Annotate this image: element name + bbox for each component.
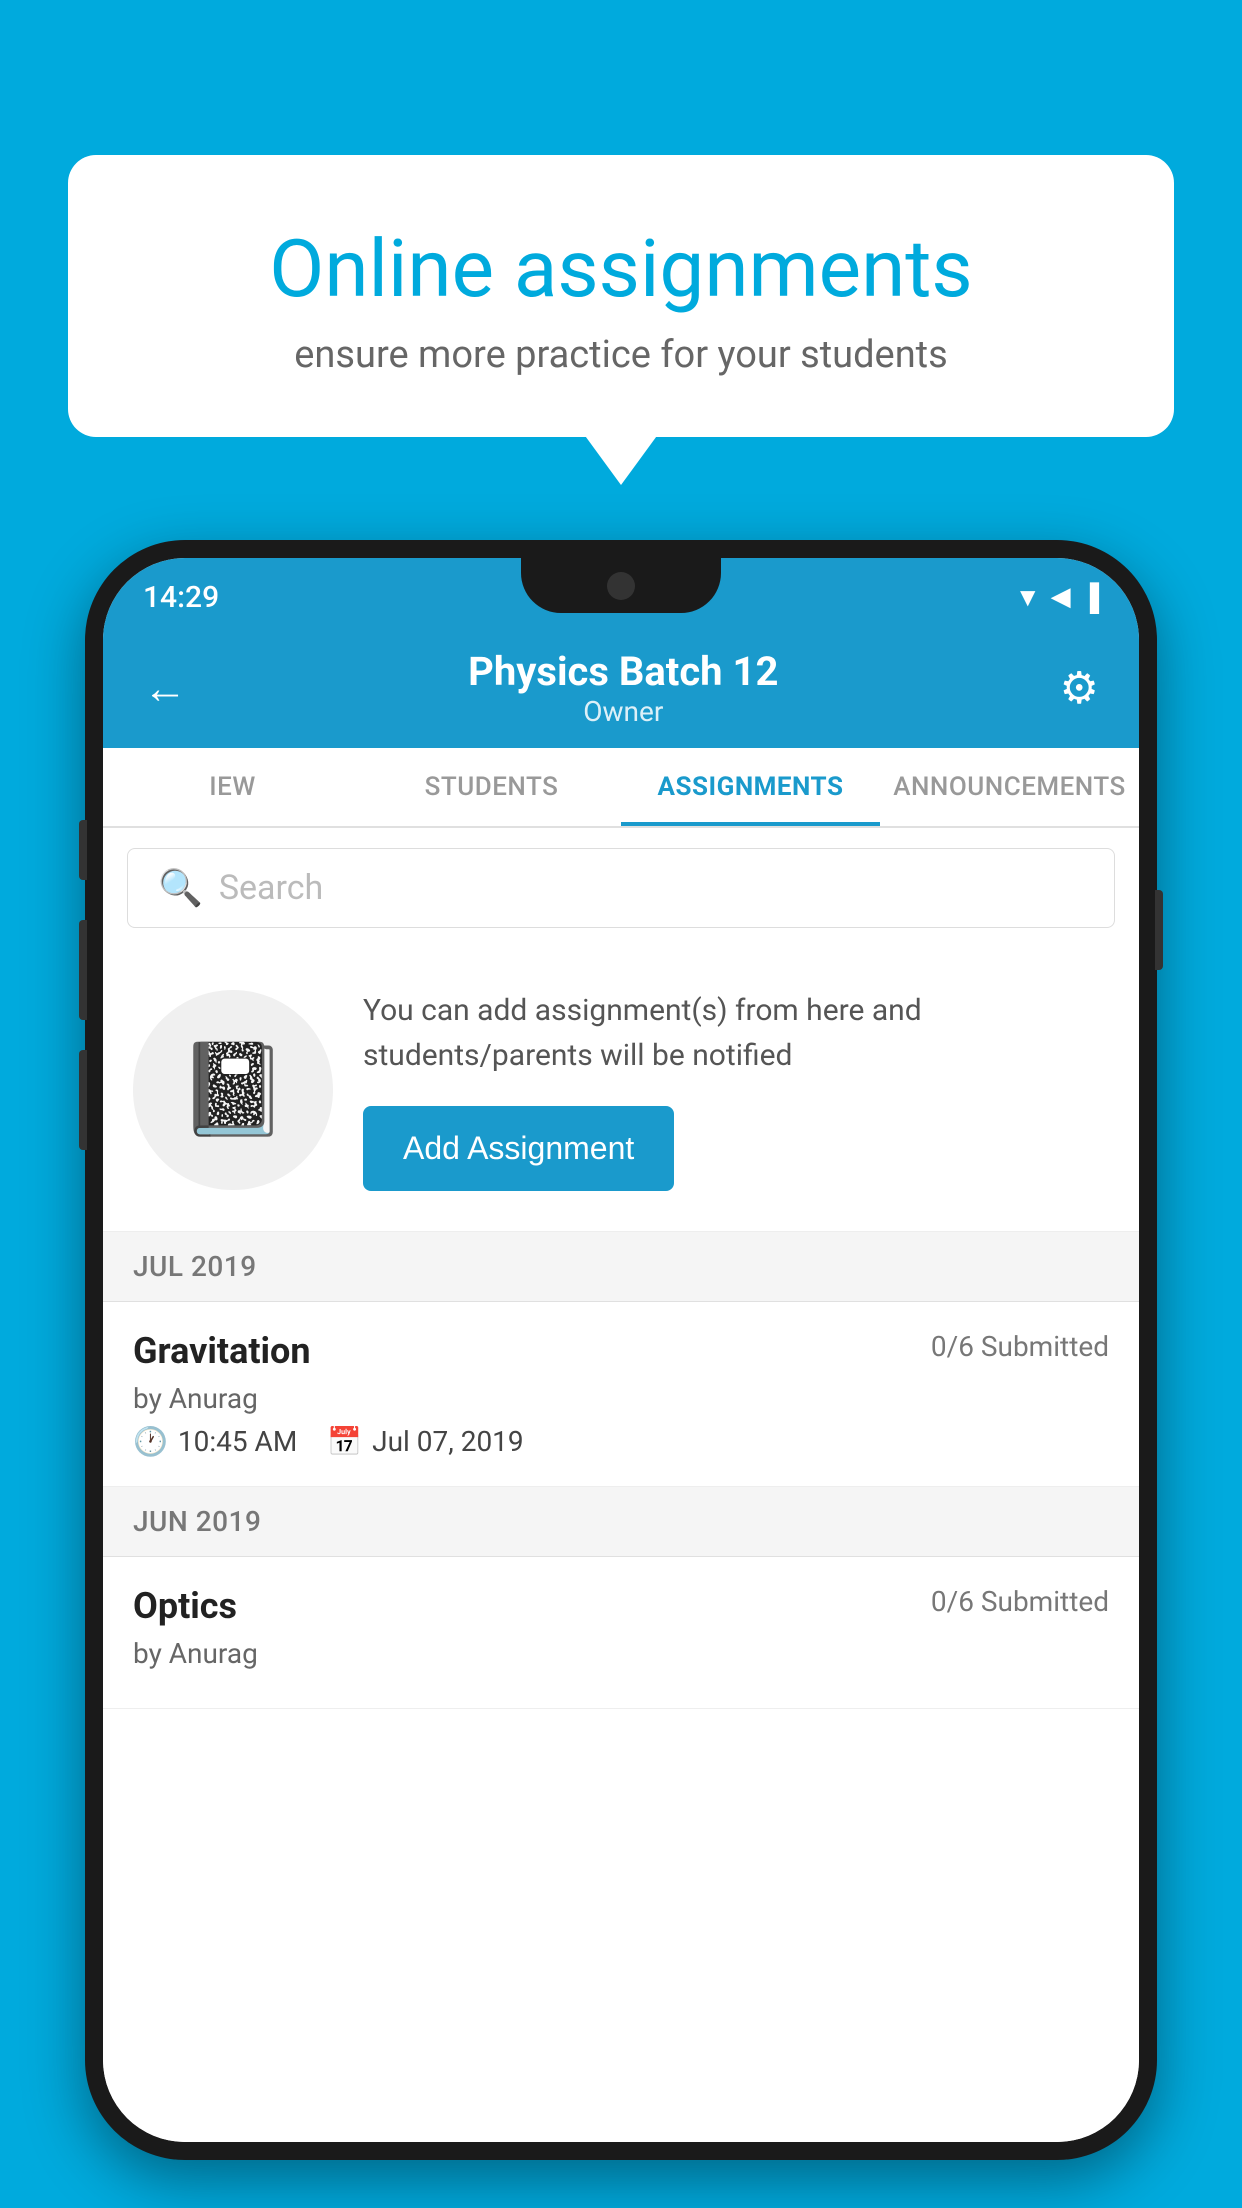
promo-content: You can add assignment(s) from here and …: [363, 988, 1109, 1191]
phone-btn-right: [1155, 890, 1163, 970]
section-header-jul: JUL 2019: [103, 1232, 1139, 1302]
assignment-name-optics: Optics: [133, 1585, 237, 1627]
promo-section: 📓 You can add assignment(s) from here an…: [103, 948, 1139, 1232]
tabs-container: IEW STUDENTS ASSIGNMENTS ANNOUNCEMENTS: [103, 748, 1139, 828]
settings-icon[interactable]: ⚙: [1060, 662, 1099, 714]
search-icon: 🔍: [158, 867, 203, 909]
tab-students[interactable]: STUDENTS: [362, 748, 621, 826]
speech-bubble-subtitle: ensure more practice for your students: [148, 333, 1094, 377]
assignment-submitted-optics: 0/6 Submitted: [931, 1585, 1109, 1618]
notebook-icon: 📓: [177, 1037, 289, 1142]
phone-btn-left1: [79, 820, 87, 880]
status-icons: ▼ ◀ ▐: [1015, 582, 1099, 613]
assignment-date-gravitation: 📅 Jul 07, 2019: [327, 1425, 523, 1458]
search-bar[interactable]: 🔍 Search: [127, 848, 1115, 928]
phone-camera: [607, 572, 635, 600]
clock-icon: 🕐: [133, 1425, 168, 1458]
phone-content: 🔍 Search 📓 You can add assignment(s) fro…: [103, 828, 1139, 2142]
battery-icon: ▐: [1081, 582, 1099, 613]
phone-outer: 14:29 ▼ ◀ ▐ ← Physics Batch 12 Owner ⚙: [85, 540, 1157, 2160]
assignment-submitted-gravitation: 0/6 Submitted: [931, 1330, 1109, 1363]
promo-text: You can add assignment(s) from here and …: [363, 988, 1109, 1078]
speech-bubble: Online assignments ensure more practice …: [68, 155, 1174, 437]
assignment-item-gravitation[interactable]: Gravitation 0/6 Submitted by Anurag 🕐 10…: [103, 1302, 1139, 1487]
assignment-details-gravitation: 🕐 10:45 AM 📅 Jul 07, 2019: [133, 1425, 1109, 1458]
phone-btn-left2: [79, 920, 87, 1020]
phone-btn-left3: [79, 1050, 87, 1150]
assignment-name-gravitation: Gravitation: [133, 1330, 311, 1372]
phone-mockup: 14:29 ▼ ◀ ▐ ← Physics Batch 12 Owner ⚙: [85, 540, 1157, 2160]
promo-icon-circle: 📓: [133, 990, 333, 1190]
search-placeholder: Search: [219, 868, 323, 908]
tab-iew[interactable]: IEW: [103, 748, 362, 826]
header-title: Physics Batch 12: [187, 648, 1060, 695]
phone-notch: [521, 558, 721, 613]
section-header-jun: JUN 2019: [103, 1487, 1139, 1557]
tab-assignments[interactable]: ASSIGNMENTS: [621, 748, 880, 826]
assignment-meta-gravitation: by Anurag: [133, 1382, 1109, 1415]
calendar-icon: 📅: [327, 1425, 362, 1458]
header-title-container: Physics Batch 12 Owner: [187, 648, 1060, 728]
speech-bubble-title: Online assignments: [148, 225, 1094, 313]
header-subtitle: Owner: [187, 695, 1060, 728]
status-time: 14:29: [143, 580, 219, 615]
search-container: 🔍 Search: [103, 828, 1139, 948]
tab-announcements[interactable]: ANNOUNCEMENTS: [880, 748, 1139, 826]
assignment-top: Gravitation 0/6 Submitted: [133, 1330, 1109, 1372]
speech-bubble-container: Online assignments ensure more practice …: [68, 155, 1174, 437]
assignment-item-optics[interactable]: Optics 0/6 Submitted by Anurag: [103, 1557, 1139, 1709]
signal-icon: ◀: [1051, 582, 1071, 612]
wifi-icon: ▼: [1015, 582, 1041, 613]
phone-screen: 14:29 ▼ ◀ ▐ ← Physics Batch 12 Owner ⚙: [103, 558, 1139, 2142]
add-assignment-button[interactable]: Add Assignment: [363, 1106, 674, 1191]
back-button[interactable]: ←: [143, 662, 187, 714]
assignment-time-gravitation: 🕐 10:45 AM: [133, 1425, 297, 1458]
assignment-meta-optics: by Anurag: [133, 1637, 1109, 1670]
app-header: ← Physics Batch 12 Owner ⚙: [103, 628, 1139, 748]
assignment-top-optics: Optics 0/6 Submitted: [133, 1585, 1109, 1627]
